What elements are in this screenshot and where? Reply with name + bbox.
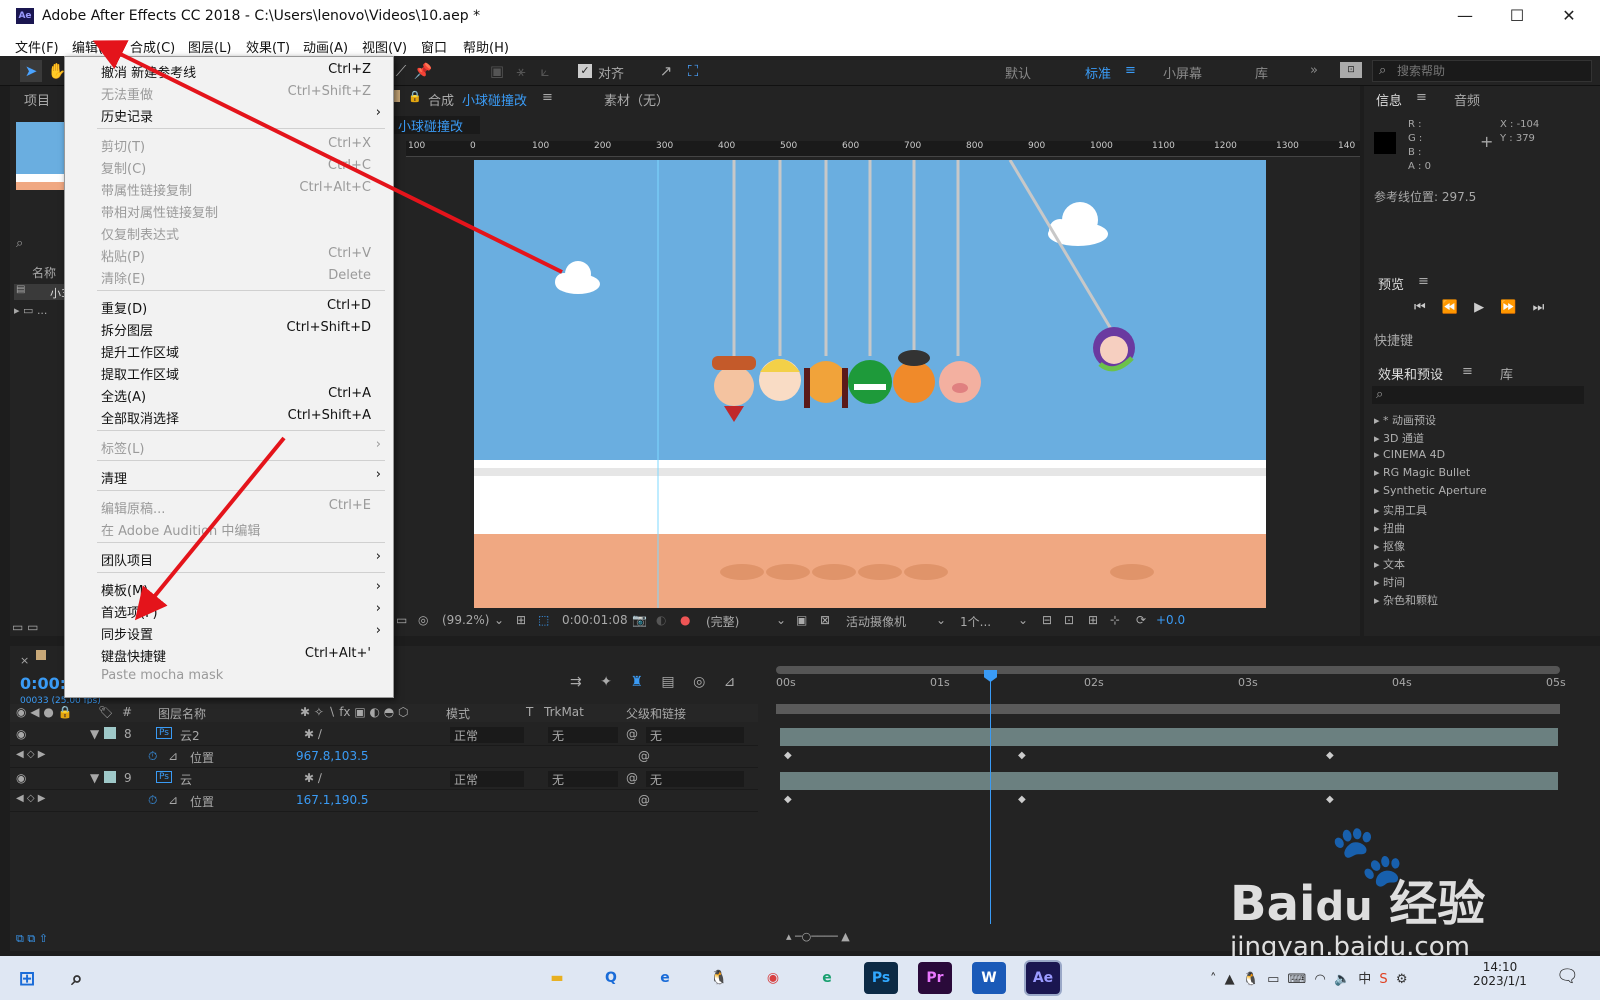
clock[interactable]: 14:10 2023/1/1 (1470, 960, 1530, 988)
keyboard-icon[interactable]: ⌨ (1288, 972, 1307, 987)
system-tray: ˄ ▲ 🐧 ▭ ⌨ ◠ 🔈 中 S ⚙ (1210, 968, 1407, 987)
file-explorer-icon[interactable]: ▬ (540, 962, 574, 994)
search-icon[interactable]: ⌕ (60, 962, 94, 994)
clock-time: 14:10 (1482, 960, 1518, 974)
chrome-icon[interactable]: ◉ (756, 962, 790, 994)
tray-qq-icon[interactable]: 🐧 (1243, 972, 1259, 987)
arrow-to-edit-menu (92, 40, 563, 274)
settings-gear-icon[interactable]: ⚙ (1396, 972, 1408, 987)
notification-icon[interactable]: 🗨 (1556, 966, 1579, 987)
tray-chevron-icon[interactable]: ˄ (1210, 972, 1217, 987)
sogou-icon[interactable]: S (1379, 972, 1387, 987)
battery-icon[interactable]: ▭ (1267, 972, 1279, 987)
start-button-icon[interactable]: ⊞ (10, 962, 44, 994)
photoshop-icon[interactable]: Ps (864, 962, 898, 994)
premiere-icon[interactable]: Pr (918, 962, 952, 994)
wifi-icon[interactable]: ◠ (1314, 972, 1325, 987)
arrow-to-preferences (134, 436, 286, 621)
clock-date: 2023/1/1 (1473, 974, 1527, 988)
after-effects-icon[interactable]: Ae (1026, 962, 1060, 994)
qq-browser-icon[interactable]: Q (594, 962, 628, 994)
edge-dev-icon[interactable]: e (810, 962, 844, 994)
edge-icon[interactable]: e (648, 962, 682, 994)
volume-icon[interactable]: 🔈 (1334, 972, 1350, 987)
tray-app-icon[interactable]: ▲ (1225, 972, 1235, 987)
watermark-brand: Baidu 经验 (1230, 876, 1486, 932)
word-icon[interactable]: W (972, 962, 1006, 994)
ime-indicator[interactable]: 中 (1358, 972, 1371, 987)
qq-icon[interactable]: 🐧 (702, 962, 736, 994)
windows-taskbar: ⊞ ⌕ ▬ Q e 🐧 ◉ e Ps Pr W Ae ˄ ▲ 🐧 ▭ ⌨ ◠ 🔈… (0, 956, 1600, 1000)
